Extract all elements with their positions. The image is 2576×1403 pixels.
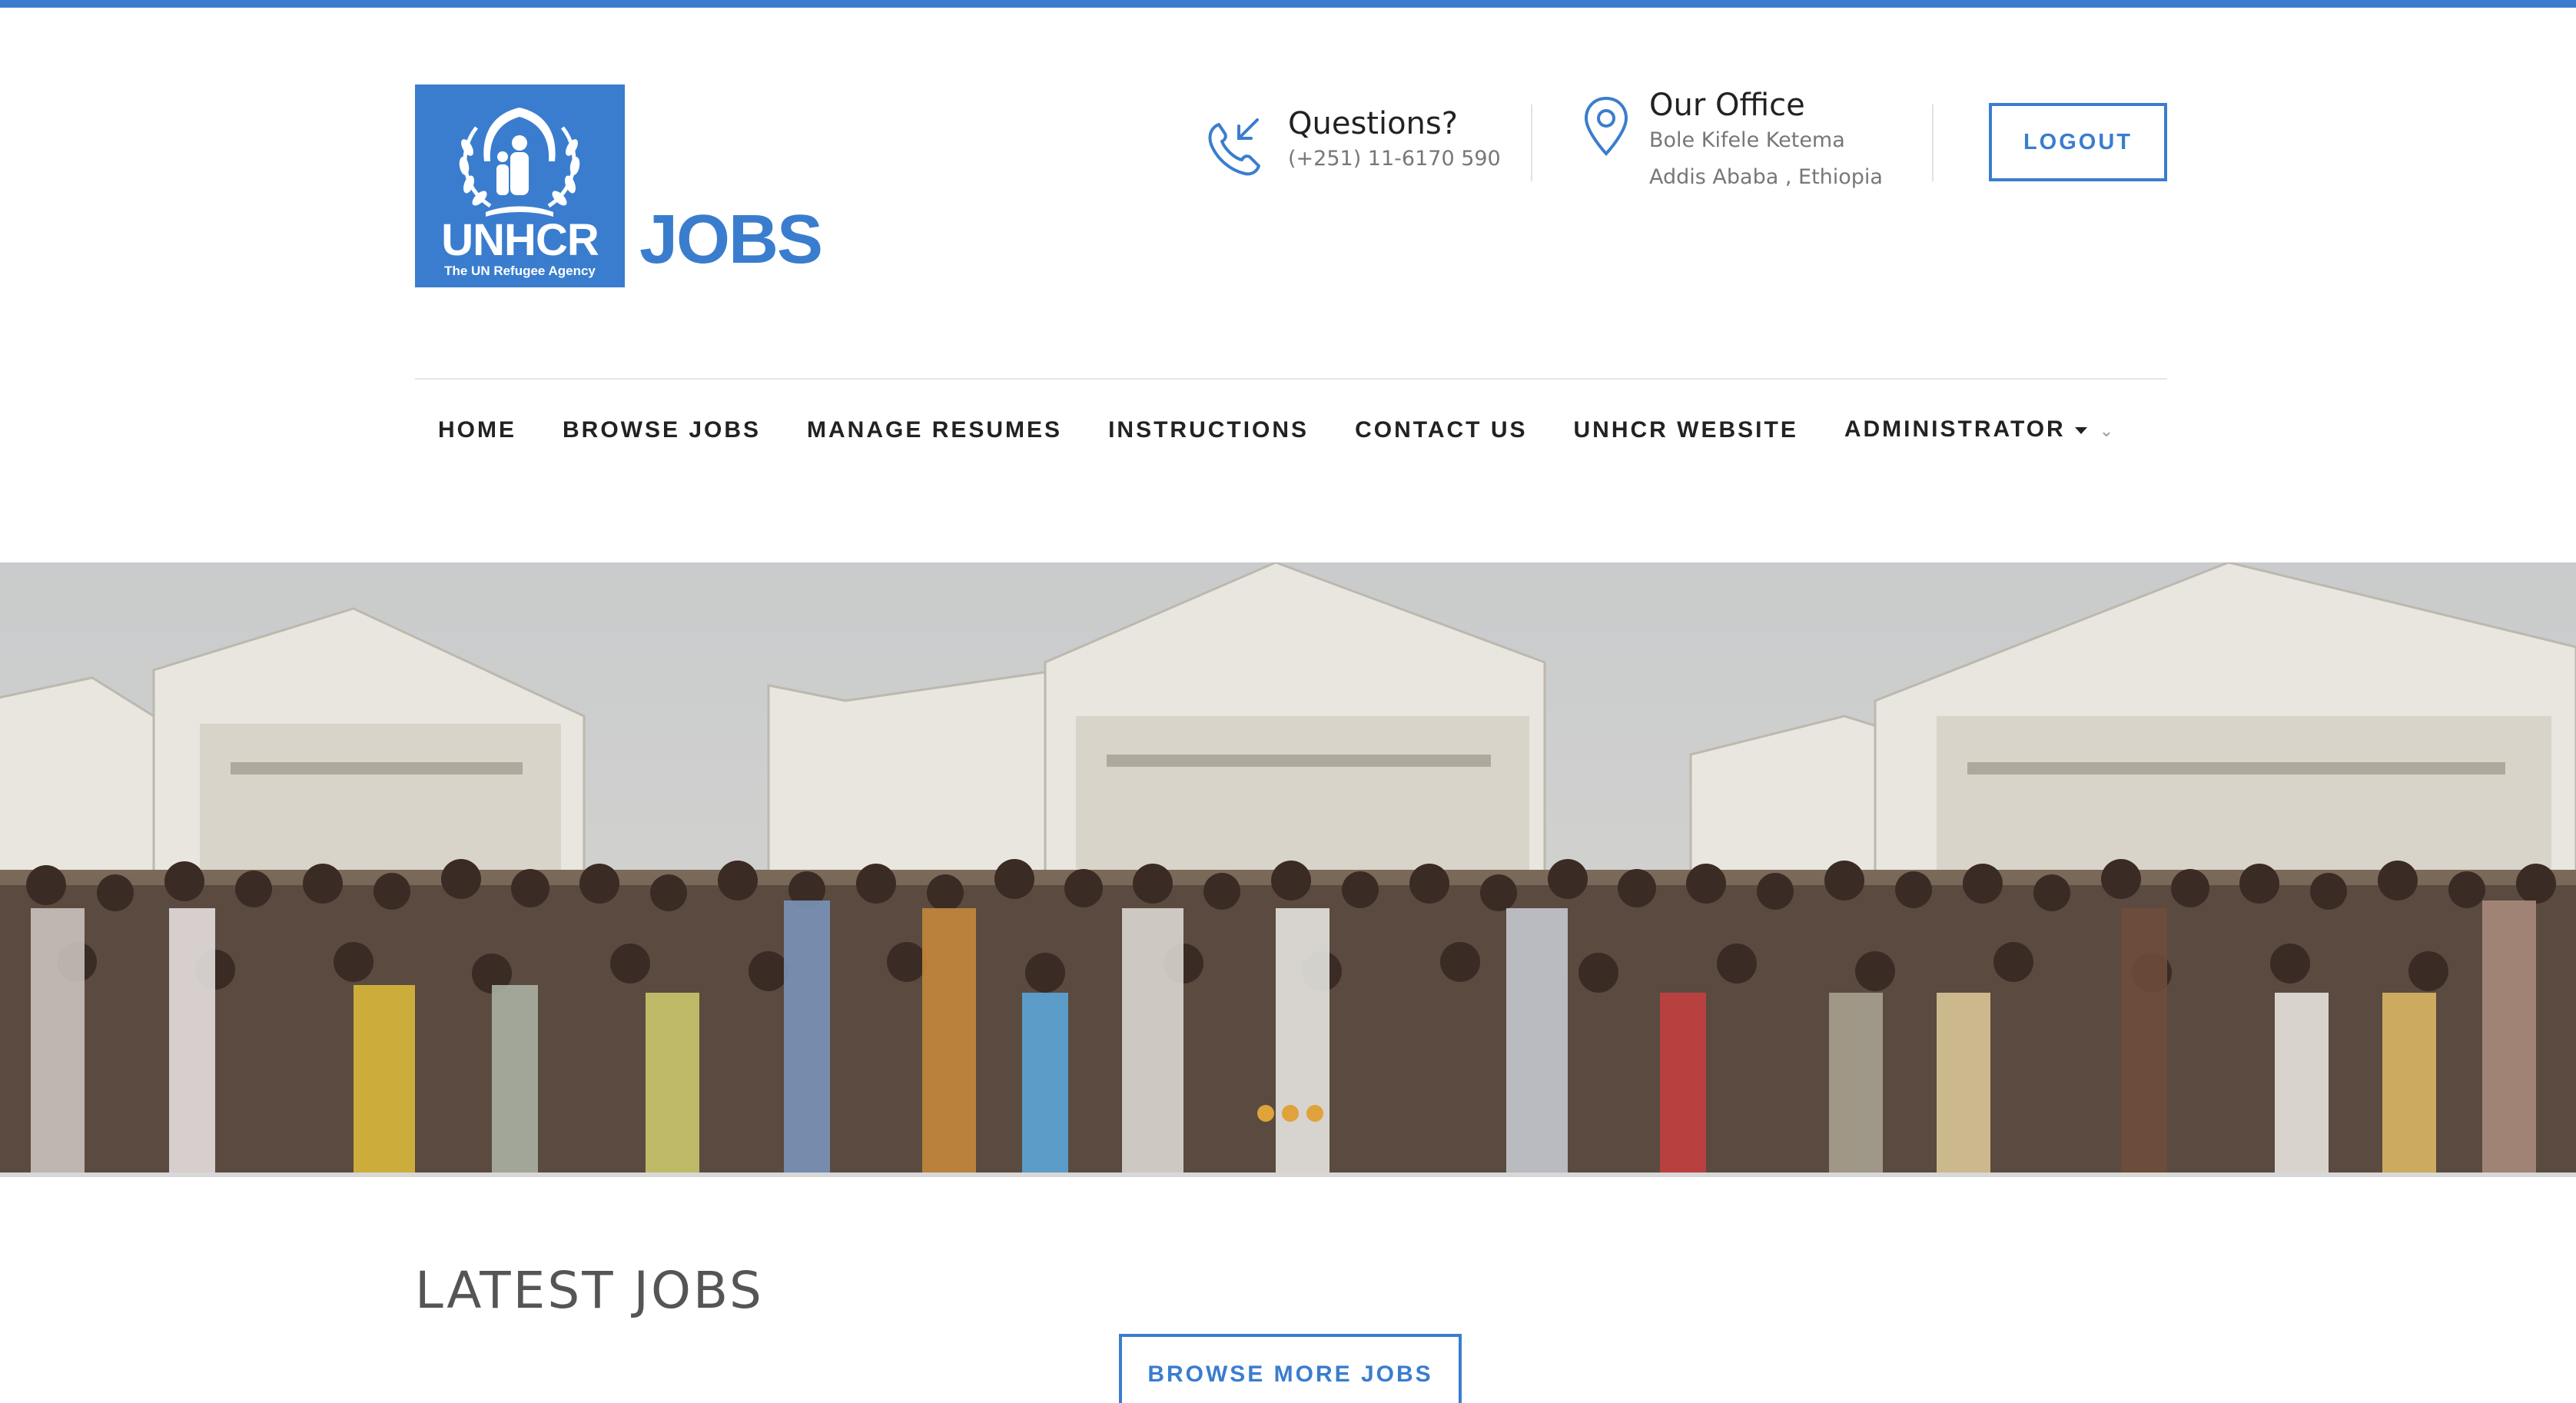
nav-item-unhcr-website[interactable]: UNHCR WEBSITE <box>1551 415 1821 446</box>
nav-divider <box>415 378 2167 380</box>
latest-jobs-heading: LATEST JOBS <box>415 1261 764 1320</box>
chevron-down-icon: ⌄ <box>2099 421 2114 440</box>
slider-dot-3[interactable] <box>1306 1105 1323 1122</box>
slider-dot-1[interactable] <box>1257 1105 1274 1122</box>
nav-item-browse-jobs[interactable]: BROWSE JOBS <box>539 415 784 446</box>
location-pin-icon <box>1584 96 1628 156</box>
nav-item-home[interactable]: HOME <box>415 415 539 446</box>
nav-item-instructions[interactable]: INSTRUCTIONS <box>1085 415 1332 446</box>
logo-product-name: JOBS <box>639 201 823 278</box>
administrator-label: ADMINISTRATOR <box>1844 416 2066 442</box>
header-divider <box>1932 104 1934 181</box>
slider-dots <box>1257 1105 1323 1122</box>
questions-title: Questions? <box>1288 106 1458 141</box>
browse-more-jobs-button[interactable]: BROWSE MORE JOBS <box>1119 1334 1462 1403</box>
slider-dot-2[interactable] <box>1282 1105 1299 1122</box>
header-divider <box>1531 104 1532 181</box>
logout-button[interactable]: LOGOUT <box>1989 103 2167 181</box>
top-accent-bar <box>0 0 2576 8</box>
nav-item-administrator[interactable]: ADMINISTRATOR ⌄ <box>1821 414 2136 446</box>
main-nav: HOME BROWSE JOBS MANAGE RESUMES INSTRUCT… <box>415 415 2136 446</box>
caret-down-icon <box>2074 426 2087 434</box>
hero-slider <box>0 562 2576 1177</box>
office-address-line2: Addis Ababa , Ethiopia <box>1649 165 1883 189</box>
nav-item-contact-us[interactable]: CONTACT US <box>1332 415 1550 446</box>
logo-org-name: UNHCR <box>441 215 599 265</box>
office-address-line1: Bole Kifele Ketema <box>1649 128 1845 152</box>
hero-shadow <box>0 1172 2576 1177</box>
questions-phone: (+251) 11-6170 590 <box>1288 147 1501 171</box>
phone-icon <box>1208 118 1260 176</box>
hero-image <box>0 562 2576 1177</box>
unhcr-logo[interactable]: UNHCR The UN Refugee Agency <box>415 85 625 287</box>
laurel-emblem-icon <box>459 108 580 217</box>
office-title: Our Office <box>1649 88 1805 123</box>
nav-item-manage-resumes[interactable]: MANAGE RESUMES <box>784 415 1085 446</box>
logo-tagline: The UN Refugee Agency <box>444 264 596 278</box>
